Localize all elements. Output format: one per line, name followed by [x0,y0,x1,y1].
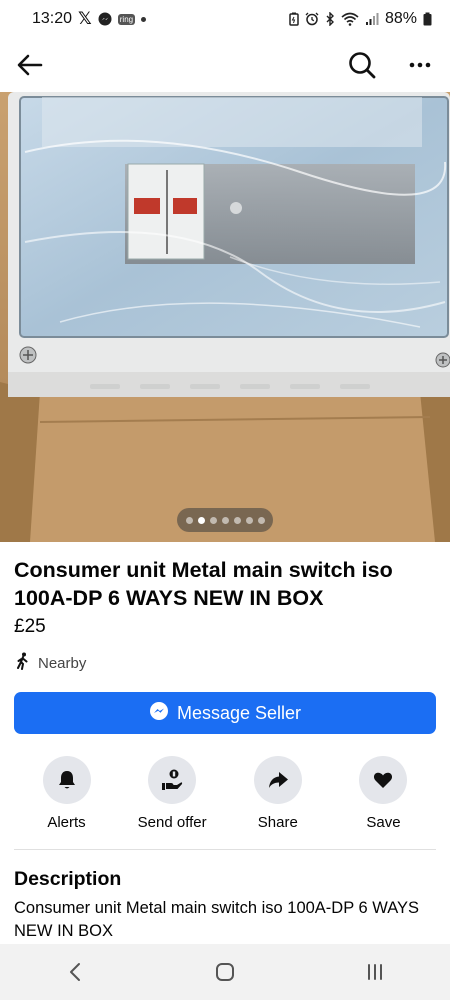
save-button[interactable]: Save [331,756,436,831]
arrow-left-icon[interactable] [14,49,46,81]
send-offer-label: Send offer [137,814,207,831]
divider [14,849,436,850]
messenger-icon [98,12,112,26]
carousel-dot-active [197,516,205,524]
walking-person-icon [14,652,32,674]
nav-back-icon[interactable] [51,952,99,992]
alarm-icon [305,12,319,26]
status-bar: 13:20 𝕏 ring 88% [0,0,450,38]
nav-home-icon[interactable] [201,952,249,992]
listing-location: Nearby [14,652,86,674]
nav-recents-icon[interactable] [351,952,399,992]
bell-icon [42,756,91,804]
message-seller-button[interactable]: Message Seller [14,692,436,734]
status-time: 13:20 [32,10,73,27]
save-label: Save [366,814,401,831]
listing-page: 13:20 𝕏 ring 88% Consumer unit Metal mai… [0,0,450,1000]
message-seller-label: Message Seller [176,702,302,723]
carousel-dot [245,516,253,524]
dot-icon [141,16,147,22]
offer-hand-icon [148,756,197,804]
heart-icon [359,756,408,804]
bluetooth-icon [325,12,335,26]
status-right: 88% [289,10,432,28]
signal-icon [365,12,379,26]
share-button[interactable]: Share [225,756,330,831]
wifi-icon [341,12,359,26]
system-nav-bar [0,944,450,1000]
share-label: Share [257,814,298,831]
description-body: Consumer unit Metal main switch iso 100A… [14,899,420,940]
description-heading: Description [14,868,122,890]
carousel-dot [185,516,193,524]
messenger-icon [149,701,169,726]
status-left: 13:20 𝕏 ring [32,9,147,29]
battery-saver-icon [289,12,299,26]
carousel-dot [221,516,229,524]
consumer-unit-photo[interactable] [0,92,450,542]
ring-icon: ring [117,13,136,25]
battery-percent: 88% [384,10,417,27]
photo-carousel-indicator[interactable] [177,508,273,532]
listing-title: Consumer unit Metal main switch iso 100A… [14,558,393,610]
carousel-dot [257,516,265,524]
x-icon: 𝕏 [78,9,92,28]
header-actions [346,49,436,81]
carousel-dot [233,516,241,524]
photo-illustration [0,92,450,542]
carousel-dot [209,516,217,524]
alerts-label: Alerts [47,814,86,831]
app-header [0,38,450,92]
more-horizontal-icon[interactable] [404,49,436,81]
battery-icon [423,12,432,26]
share-arrow-icon [253,756,302,804]
send-offer-button[interactable]: Send offer [120,756,225,831]
listing-actions: Alerts Send offer Share Save [14,756,436,831]
search-icon[interactable] [346,49,378,81]
alerts-button[interactable]: Alerts [14,756,119,831]
location-text: Nearby [38,654,87,672]
listing-price: £25 [14,616,46,637]
